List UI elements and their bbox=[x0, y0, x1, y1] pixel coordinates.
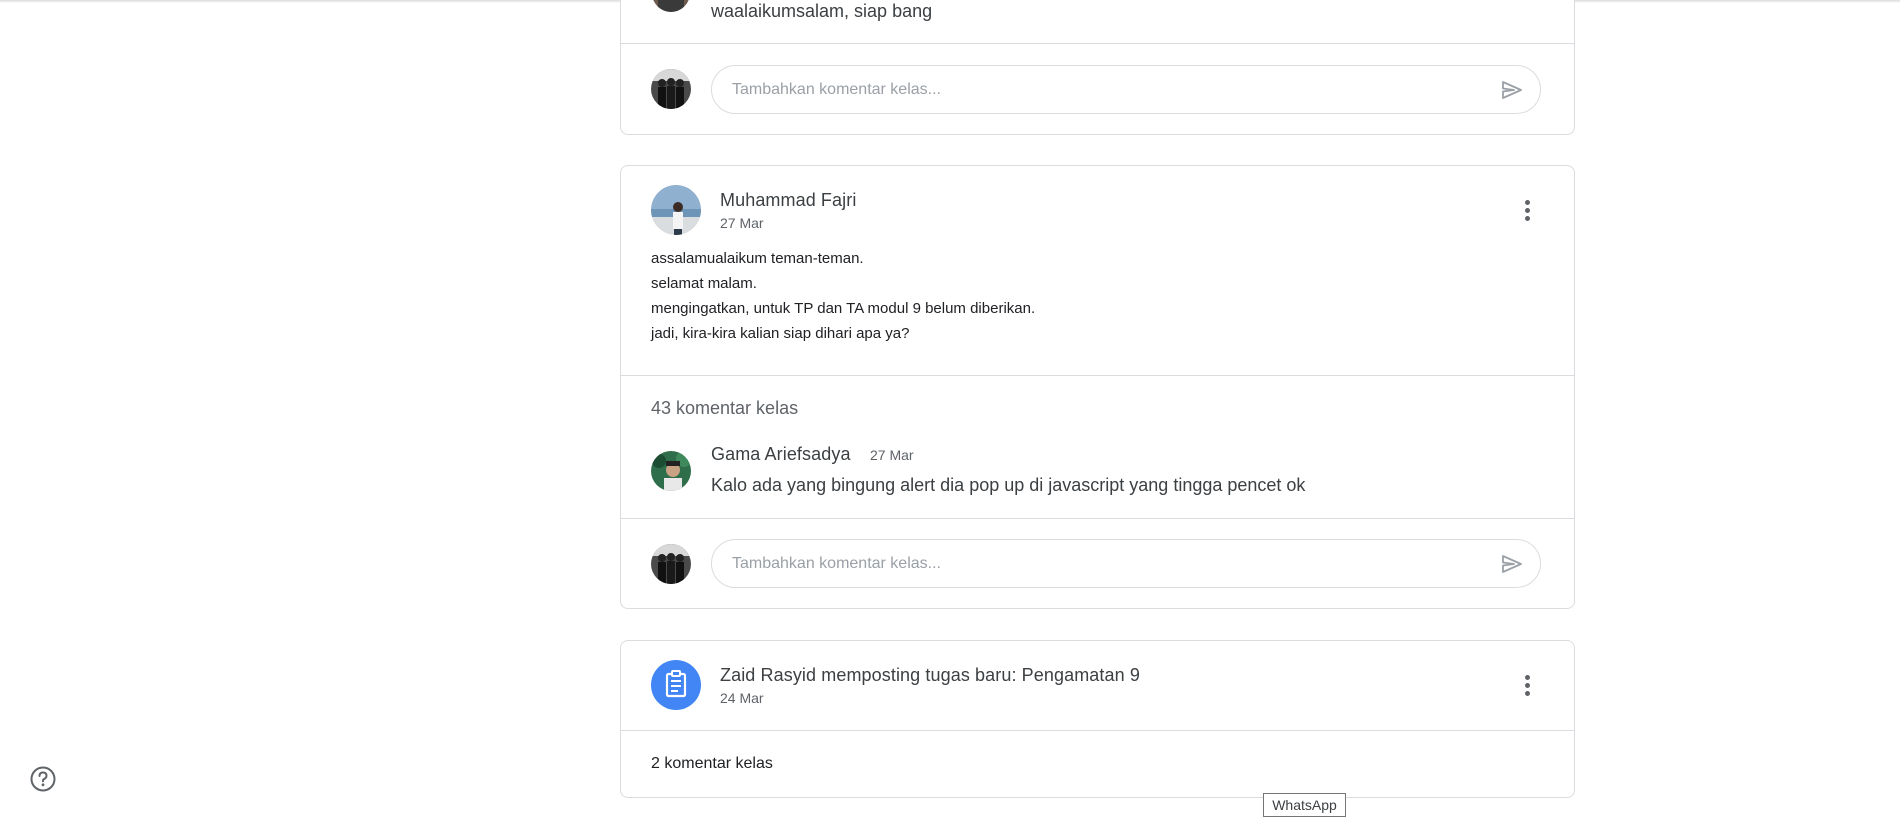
more-vert-icon[interactable] bbox=[1515, 196, 1539, 226]
assignment-post-card[interactable] bbox=[620, 640, 1575, 798]
assignment-icon bbox=[651, 660, 701, 710]
tooltip-whatsapp: WhatsApp bbox=[1263, 793, 1346, 817]
current-user-avatar bbox=[651, 69, 691, 109]
commenter-avatar bbox=[651, 451, 691, 491]
post-author-name[interactable]: Muhammad Fajri bbox=[720, 190, 856, 211]
post-body-line-2: selamat malam. bbox=[651, 275, 757, 292]
post-body-line-4: jadi, kira-kira kalian siap dihari apa y… bbox=[651, 325, 910, 342]
comment-date: 27 Mar bbox=[870, 447, 914, 463]
class-comments-count-button[interactable]: 43 komentar kelas bbox=[651, 398, 798, 419]
class-comment-input-box[interactable] bbox=[711, 539, 1541, 588]
post-author-avatar[interactable] bbox=[651, 185, 701, 235]
class-comment-input-box[interactable] bbox=[711, 65, 1541, 114]
comment-text: Kalo ada yang bingung alert dia pop up d… bbox=[711, 475, 1306, 495]
assignment-comments-count[interactable]: 2 komentar kelas bbox=[651, 755, 773, 773]
send-icon[interactable] bbox=[1500, 78, 1524, 102]
assignment-date: 24 Mar bbox=[720, 690, 764, 706]
post-body-line-3: mengingatkan, untuk TP dan TA modul 9 be… bbox=[651, 300, 1036, 317]
comment-text-partial: waalaikumsalam, siap bang bbox=[711, 1, 933, 21]
more-vert-icon[interactable] bbox=[1515, 671, 1539, 701]
divider bbox=[620, 518, 1575, 519]
assignment-title[interactable]: Zaid Rasyid memposting tugas baru: Penga… bbox=[720, 665, 1140, 686]
comment-author-name: Gama Ariefsadya bbox=[711, 444, 851, 464]
current-user-avatar bbox=[651, 544, 691, 584]
post-date[interactable]: 27 Mar bbox=[720, 215, 764, 231]
class-comment-input[interactable] bbox=[732, 540, 1492, 587]
divider bbox=[620, 375, 1575, 376]
send-icon[interactable] bbox=[1500, 552, 1524, 576]
post-body-line-1: assalamualaikum teman-teman. bbox=[651, 250, 864, 267]
help-circle-icon[interactable] bbox=[29, 765, 57, 793]
divider bbox=[620, 730, 1575, 731]
divider bbox=[620, 43, 1575, 44]
class-comment-input[interactable] bbox=[732, 66, 1492, 113]
